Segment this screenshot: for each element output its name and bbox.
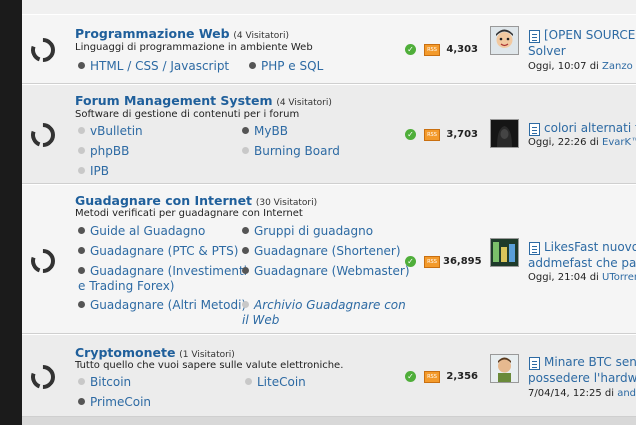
forum-visitors: (4 Visitatori) bbox=[276, 98, 332, 108]
check-icon: ✓ bbox=[405, 129, 416, 140]
post-count: 2,356 bbox=[446, 371, 478, 382]
subforum-dot-icon bbox=[78, 378, 85, 385]
forum-title[interactable]: Cryptomonete bbox=[75, 345, 175, 360]
subforum-link[interactable]: Burning Board bbox=[242, 141, 340, 161]
subforum-link[interactable]: Archivio Guadagnare con il Web bbox=[242, 298, 407, 328]
last-post-meta: Oggi, 21:04 di UTorren bbox=[528, 272, 636, 283]
forum-row: Cryptomonete (1 Visitatori) Tutto quello… bbox=[22, 334, 636, 417]
forum-row: Programmazione Web (4 Visitatori) Lingua… bbox=[22, 14, 636, 84]
subforum-link[interactable]: Gruppi di guadagno bbox=[242, 221, 373, 241]
last-post-title[interactable]: LikesFast nuovo addmefast che pag bbox=[528, 239, 636, 271]
post-count: 4,303 bbox=[446, 44, 478, 55]
last-post-meta: Oggi, 10:07 di Zanzo bbox=[528, 61, 633, 72]
subforum-dot-icon bbox=[242, 301, 249, 308]
forum-visitors: (1 Visitatori) bbox=[179, 350, 235, 360]
subforum-link[interactable]: Guadagnare (Investimenti e Trading Forex… bbox=[78, 261, 248, 294]
last-post-user[interactable]: Zanzo bbox=[602, 61, 633, 72]
subforum-dot-icon bbox=[242, 127, 249, 134]
rss-icon[interactable]: RSS bbox=[424, 256, 440, 268]
forum-row: Guadagnare con Internet (30 Visitatori) … bbox=[22, 184, 636, 334]
avatar[interactable] bbox=[490, 26, 519, 55]
post-count: 36,895 bbox=[443, 256, 482, 267]
forum-description: Linguaggi di programmazione in ambiente … bbox=[75, 42, 313, 53]
post-count: 3,703 bbox=[446, 129, 478, 140]
subforum-link[interactable]: PHP e SQL bbox=[249, 56, 323, 76]
subforum-dot-icon bbox=[78, 398, 85, 405]
subforum-dot-icon bbox=[78, 301, 85, 308]
forum-board: Programmazione Web (4 Visitatori) Lingua… bbox=[22, 0, 636, 425]
subforum-dot-icon bbox=[242, 267, 249, 274]
subforum-link[interactable]: Guadagnare (Webmaster) bbox=[242, 261, 410, 281]
subforum-dot-icon bbox=[78, 127, 85, 134]
forum-title[interactable]: Programmazione Web bbox=[75, 26, 230, 41]
last-post-title[interactable]: [OPEN SOURCE] Solver bbox=[528, 27, 636, 59]
forum-description: Metodi verificati per guadagnare con Int… bbox=[75, 208, 303, 219]
forum-row: Forum Management System (4 Visitatori) S… bbox=[22, 84, 636, 184]
subforum-link[interactable]: Guadagnare (PTC & PTS) bbox=[78, 241, 238, 261]
forum-visitors: (4 Visitatori) bbox=[233, 31, 289, 41]
forum-status-icon bbox=[26, 33, 60, 67]
bottom-bar bbox=[22, 417, 636, 425]
avatar[interactable] bbox=[490, 238, 519, 267]
subforum-link[interactable]: Guadagnare (Shortener) bbox=[242, 241, 401, 261]
forum-visitors: (30 Visitatori) bbox=[255, 198, 318, 208]
subforum-link[interactable]: LiteCoin bbox=[245, 372, 306, 392]
subforum-dot-icon bbox=[78, 267, 85, 274]
subforum-dot-icon bbox=[245, 378, 252, 385]
subforum-dot-icon bbox=[78, 247, 85, 254]
subforum-link[interactable]: MyBB bbox=[242, 121, 288, 141]
subforum-dot-icon bbox=[242, 147, 249, 154]
forum-status-icon bbox=[26, 118, 60, 152]
avatar[interactable] bbox=[490, 119, 519, 148]
forum-status-icon bbox=[26, 244, 60, 278]
forum-description: Software di gestione di contenuti per i … bbox=[75, 109, 300, 120]
subforum-dot-icon bbox=[242, 247, 249, 254]
subforum-dot-icon bbox=[249, 62, 256, 69]
check-icon: ✓ bbox=[405, 371, 416, 382]
subforum-link[interactable]: PrimeCoin bbox=[78, 392, 151, 412]
check-icon: ✓ bbox=[405, 256, 416, 267]
rss-icon[interactable]: RSS bbox=[424, 129, 440, 141]
subforum-dot-icon bbox=[78, 147, 85, 154]
forum-description: Tutto quello che vuoi sapere sulle valut… bbox=[75, 360, 344, 371]
last-post-user[interactable]: UTorren bbox=[602, 272, 636, 283]
subforum-link[interactable]: Guadagnare (Altri Metodi) bbox=[78, 295, 246, 315]
subforum-link[interactable]: Bitcoin bbox=[78, 372, 131, 392]
rss-icon[interactable]: RSS bbox=[424, 371, 440, 383]
last-post-user[interactable]: andr bbox=[617, 388, 636, 399]
forum-title[interactable]: Guadagnare con Internet bbox=[75, 193, 252, 208]
subforum-dot-icon bbox=[78, 227, 85, 234]
last-post-title[interactable]: Minare BTC sen possedere l'hardwa bbox=[528, 354, 636, 386]
subforum-link[interactable]: phpBB bbox=[78, 141, 129, 161]
subforum-link[interactable]: HTML / CSS / Javascript bbox=[78, 56, 229, 76]
subforum-link[interactable]: IPB bbox=[78, 161, 109, 181]
last-post-title[interactable]: colori alternati f bbox=[528, 120, 636, 136]
subforum-dot-icon bbox=[242, 227, 249, 234]
subforum-dot-icon bbox=[78, 62, 85, 69]
avatar[interactable] bbox=[490, 354, 519, 383]
last-post-meta: Oggi, 22:26 di EvarK™ bbox=[528, 137, 636, 148]
last-post-user[interactable]: EvarK™ bbox=[602, 137, 636, 148]
forum-status-icon bbox=[26, 360, 60, 394]
subforum-dot-icon bbox=[78, 167, 85, 174]
last-post-meta: 7/04/14, 12:25 di andr bbox=[528, 388, 636, 399]
top-bar bbox=[22, 0, 636, 15]
check-icon: ✓ bbox=[405, 44, 416, 55]
subforum-link[interactable]: Guide al Guadagno bbox=[78, 221, 205, 241]
subforum-link[interactable]: vBulletin bbox=[78, 121, 143, 141]
forum-title[interactable]: Forum Management System bbox=[75, 93, 273, 108]
rss-icon[interactable]: RSS bbox=[424, 44, 440, 56]
